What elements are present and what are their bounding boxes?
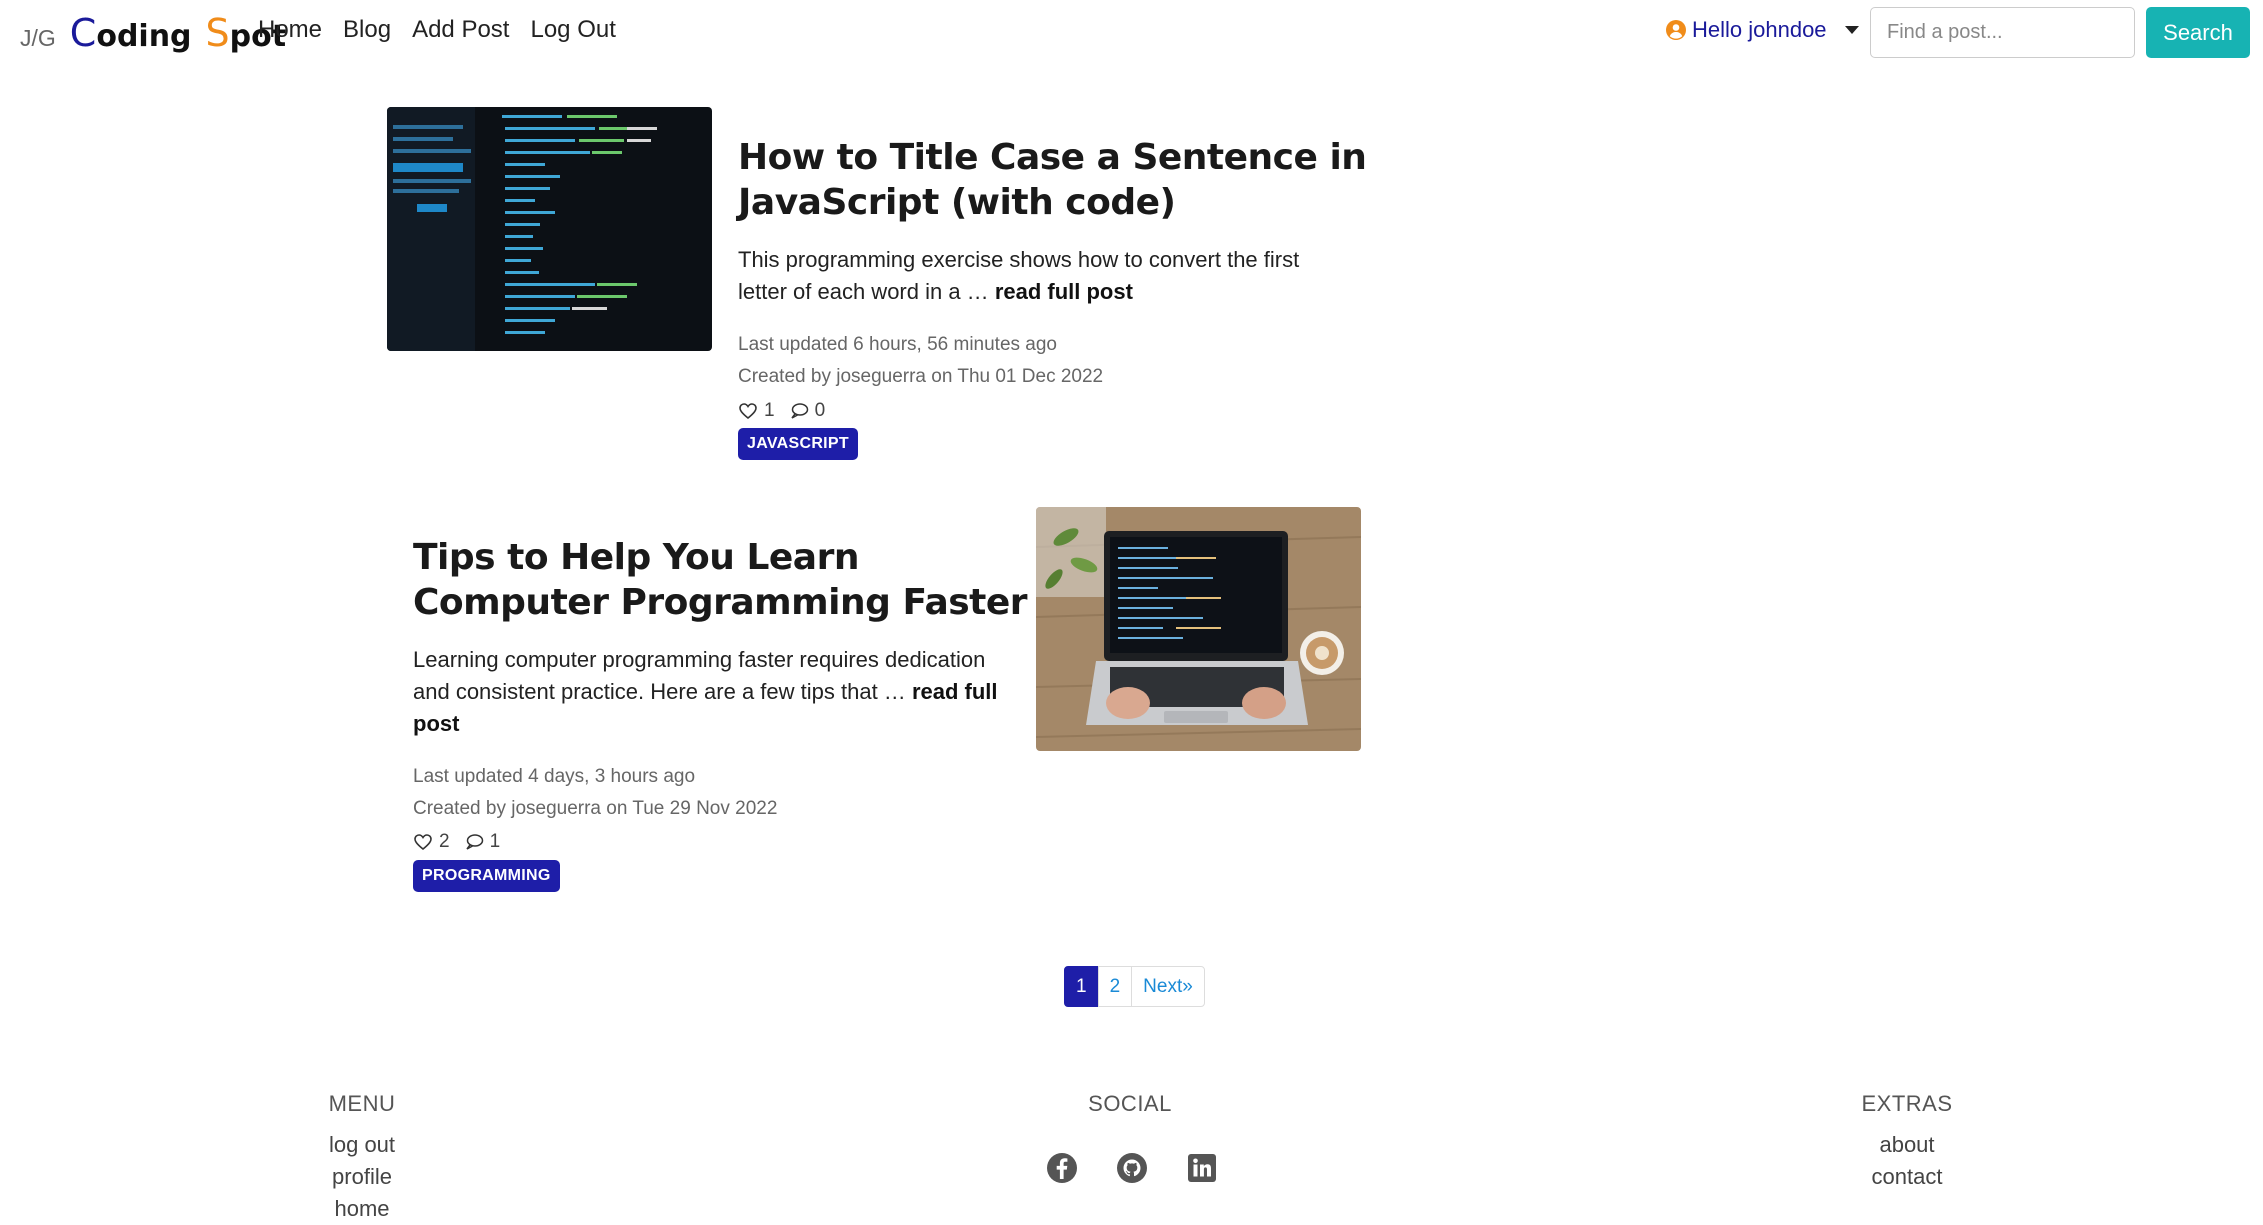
post-updated: Last updated 6 hours, 56 minutes ago [738,334,1058,355]
post-thumbnail-laptop-coffee-image[interactable] [1036,507,1361,751]
next-page-link[interactable]: Next» [1131,966,1205,1007]
footer-profile-link[interactable]: profile [312,1161,412,1193]
search-button[interactable]: Search [2146,7,2250,58]
post-excerpt: This programming exercise shows how to c… [738,244,1318,308]
heart-icon[interactable] [738,401,758,421]
post-counts: 2 1 [413,831,514,853]
footer-social-heading: SOCIAL [1088,1091,1172,1116]
footer-log-out-link[interactable]: log out [312,1129,412,1161]
user-greeting: Hello johndoe [1692,17,1827,42]
comment-count: 1 [489,831,501,852]
like-count: 1 [764,400,775,421]
user-circle-icon [1666,20,1686,40]
facebook-icon[interactable] [1046,1152,1078,1184]
chevron-down-icon [1844,26,1859,34]
navbar: J/G C oding S pot Home Blog Add Post Log… [0,0,2263,64]
category-tag[interactable]: PROGRAMMING [413,860,560,892]
page-2-link[interactable]: 2 [1097,966,1133,1007]
footer-social: SOCIAL [1070,1091,1190,1129]
main-nav: Home Blog Add Post Log Out [258,16,616,44]
brand-logo[interactable]: J/G C oding S pot [20,11,286,55]
post-thumbnail-code-screen-image[interactable] [387,107,712,351]
post-excerpt-text: Learning computer programming faster req… [413,647,986,704]
comment-icon[interactable] [464,832,484,852]
brand-c-rest: oding [96,19,192,54]
search-input[interactable] [1870,7,2135,58]
nav-add-post-link[interactable]: Add Post [412,16,509,44]
read-full-post-link[interactable]: read full post [995,279,1133,304]
post-created: Created by joseguerra on Thu 01 Dec 2022 [738,366,1104,387]
post-created: Created by joseguerra on Tue 29 Nov 2022 [413,798,778,819]
github-icon[interactable] [1116,1152,1148,1184]
category-tag[interactable]: JAVASCRIPT [738,428,858,460]
user-menu-dropdown[interactable]: Hello johndoe [1666,17,1859,43]
post-counts: 1 0 [738,400,839,422]
footer-menu-heading: MENU [328,1091,396,1116]
nav-home-link[interactable]: Home [258,16,322,44]
post-title-link[interactable]: Tips to Help You Learn Computer Programm… [413,535,1033,625]
nav-log-out-link[interactable]: Log Out [530,16,615,44]
pagination: 1 2 Next» [1064,966,1205,1007]
like-count: 2 [439,831,450,852]
brand-s-letter: S [205,11,230,55]
post-title-link[interactable]: How to Title Case a Sentence in JavaScri… [738,135,1378,225]
nav-blog-link[interactable]: Blog [343,16,391,44]
comment-count: 0 [814,400,826,421]
post-excerpt: Learning computer programming faster req… [413,644,998,740]
footer-home-link[interactable]: home [312,1193,412,1225]
post-updated: Last updated 4 days, 3 hours ago [413,766,696,787]
footer-extras: EXTRAS about contact [1847,1091,1967,1193]
heart-icon[interactable] [413,832,433,852]
page-1-link[interactable]: 1 [1064,966,1099,1007]
laptop-coffee-image [1036,507,1361,751]
comment-icon[interactable] [789,401,809,421]
footer-about-link[interactable]: about [1847,1129,1967,1161]
brand-c-letter: C [69,11,97,55]
brand-prefix: J/G [20,25,56,51]
social-icons [1046,1152,1218,1184]
footer-menu: MENU log out profile home [312,1091,412,1225]
footer-extras-heading: EXTRAS [1861,1091,1953,1116]
footer-contact-link[interactable]: contact [1847,1161,1967,1193]
code-screen-image [387,107,712,351]
linkedin-icon[interactable] [1186,1152,1218,1184]
